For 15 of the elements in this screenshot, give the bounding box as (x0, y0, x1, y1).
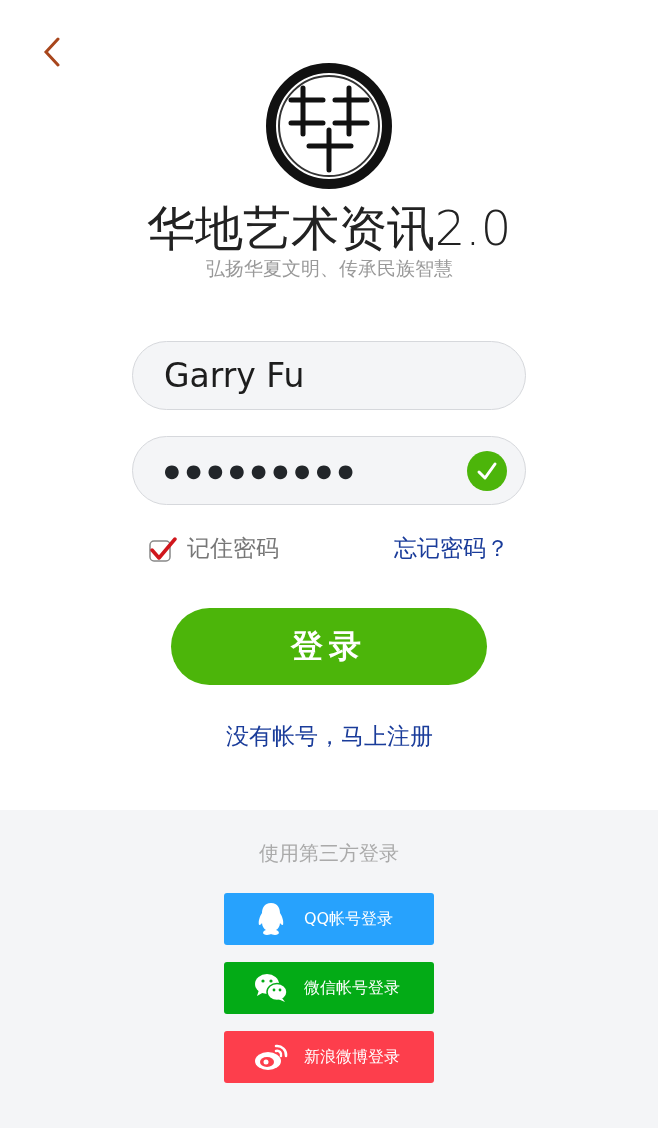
chat-bubbles-icon (254, 973, 288, 1003)
app-slogan: 弘扬华夏文明、传承民族智慧 (205, 256, 453, 280)
back-icon[interactable] (43, 37, 61, 67)
password-field[interactable]: ●●●●●●●●● (132, 436, 526, 505)
forgot-password-link[interactable]: 忘记密码？ (394, 533, 509, 564)
register-link[interactable]: 没有帐号，马上注册 (225, 721, 433, 752)
social-login-button[interactable]: 新浪微博登录 (224, 1031, 434, 1083)
remember-label: 记住密码 (187, 534, 279, 563)
remember-checkbox[interactable] (149, 535, 177, 562)
penguin-icon (256, 902, 286, 936)
logo-icon (263, 60, 395, 192)
app-title: 华地艺术资讯2.0 (146, 199, 512, 258)
username-field[interactable]: Garry Fu (132, 341, 526, 410)
eye-icon (254, 1043, 288, 1071)
third-party-heading: 使用第三方登录 (259, 840, 399, 867)
